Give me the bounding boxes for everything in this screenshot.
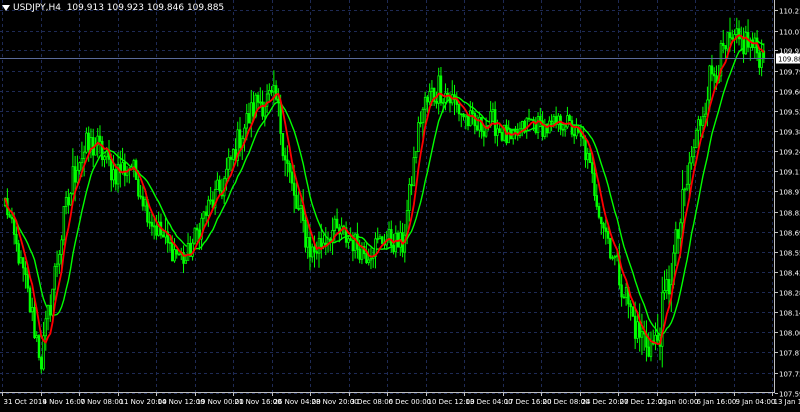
time-tick-label: 31 Oct 2019 — [4, 398, 47, 406]
price-tick-label: 109.385 — [779, 129, 800, 137]
price-tick-label: 108.420 — [779, 270, 800, 278]
time-tick-label: 2 Jan 00:00 — [659, 398, 699, 406]
price-tick-label: 110.210 — [779, 8, 800, 16]
ohlc-readout: 109.913 109.923 109.846 109.885 — [67, 3, 224, 13]
time-tick-label: 13 Jan 16:00 — [774, 398, 800, 406]
price-tick-label: 108.145 — [779, 310, 800, 318]
price-tick-label: 107.730 — [779, 371, 800, 379]
price-tick-label: 109.660 — [779, 89, 800, 97]
price-tick-label: 108.555 — [779, 250, 800, 258]
price-tick-label: 109.245 — [779, 149, 800, 157]
plot-border — [0, 0, 775, 393]
price-tick-label: 109.795 — [779, 69, 800, 77]
current-price-label: 109.885 — [778, 56, 800, 64]
price-axis[interactable]: 110.210110.070109.935109.795109.660109.5… — [775, 8, 800, 399]
time-tick-label: 6 Dec 00:00 — [389, 398, 432, 406]
symbol-timeframe: USDJPY,H4 — [13, 3, 61, 13]
price-tick-label: 109.520 — [779, 109, 800, 117]
time-tick-label: 7 Nov 08:00 — [81, 398, 124, 406]
price-tick-label: 108.005 — [779, 330, 800, 338]
time-axis[interactable]: 31 Oct 20194 Nov 16:007 Nov 08:0011 Nov … — [3, 393, 800, 406]
time-tick-label: 6 Jan 16:00 — [697, 398, 737, 406]
time-tick-label: 4 Nov 16:00 — [43, 398, 86, 406]
price-tick-label: 110.070 — [779, 29, 800, 37]
price-tick-label: 108.695 — [779, 230, 800, 238]
price-tick-label: 109.110 — [779, 169, 800, 177]
dropdown-triangle-icon — [2, 5, 10, 11]
price-tick-label: 108.280 — [779, 290, 800, 298]
price-tick-label: 108.970 — [779, 189, 800, 197]
price-tick-label: 107.870 — [779, 350, 800, 358]
price-tick-label: 108.830 — [779, 210, 800, 218]
price-chart[interactable]: 110.210110.070109.935109.795109.660109.5… — [0, 0, 800, 408]
time-tick-label: 9 Jan 04:00 — [736, 398, 776, 406]
chart-header: USDJPY,H4 109.913 109.923 109.846 109.88… — [2, 3, 224, 13]
time-tick-label: 3 Dec 08:00 — [351, 398, 394, 406]
